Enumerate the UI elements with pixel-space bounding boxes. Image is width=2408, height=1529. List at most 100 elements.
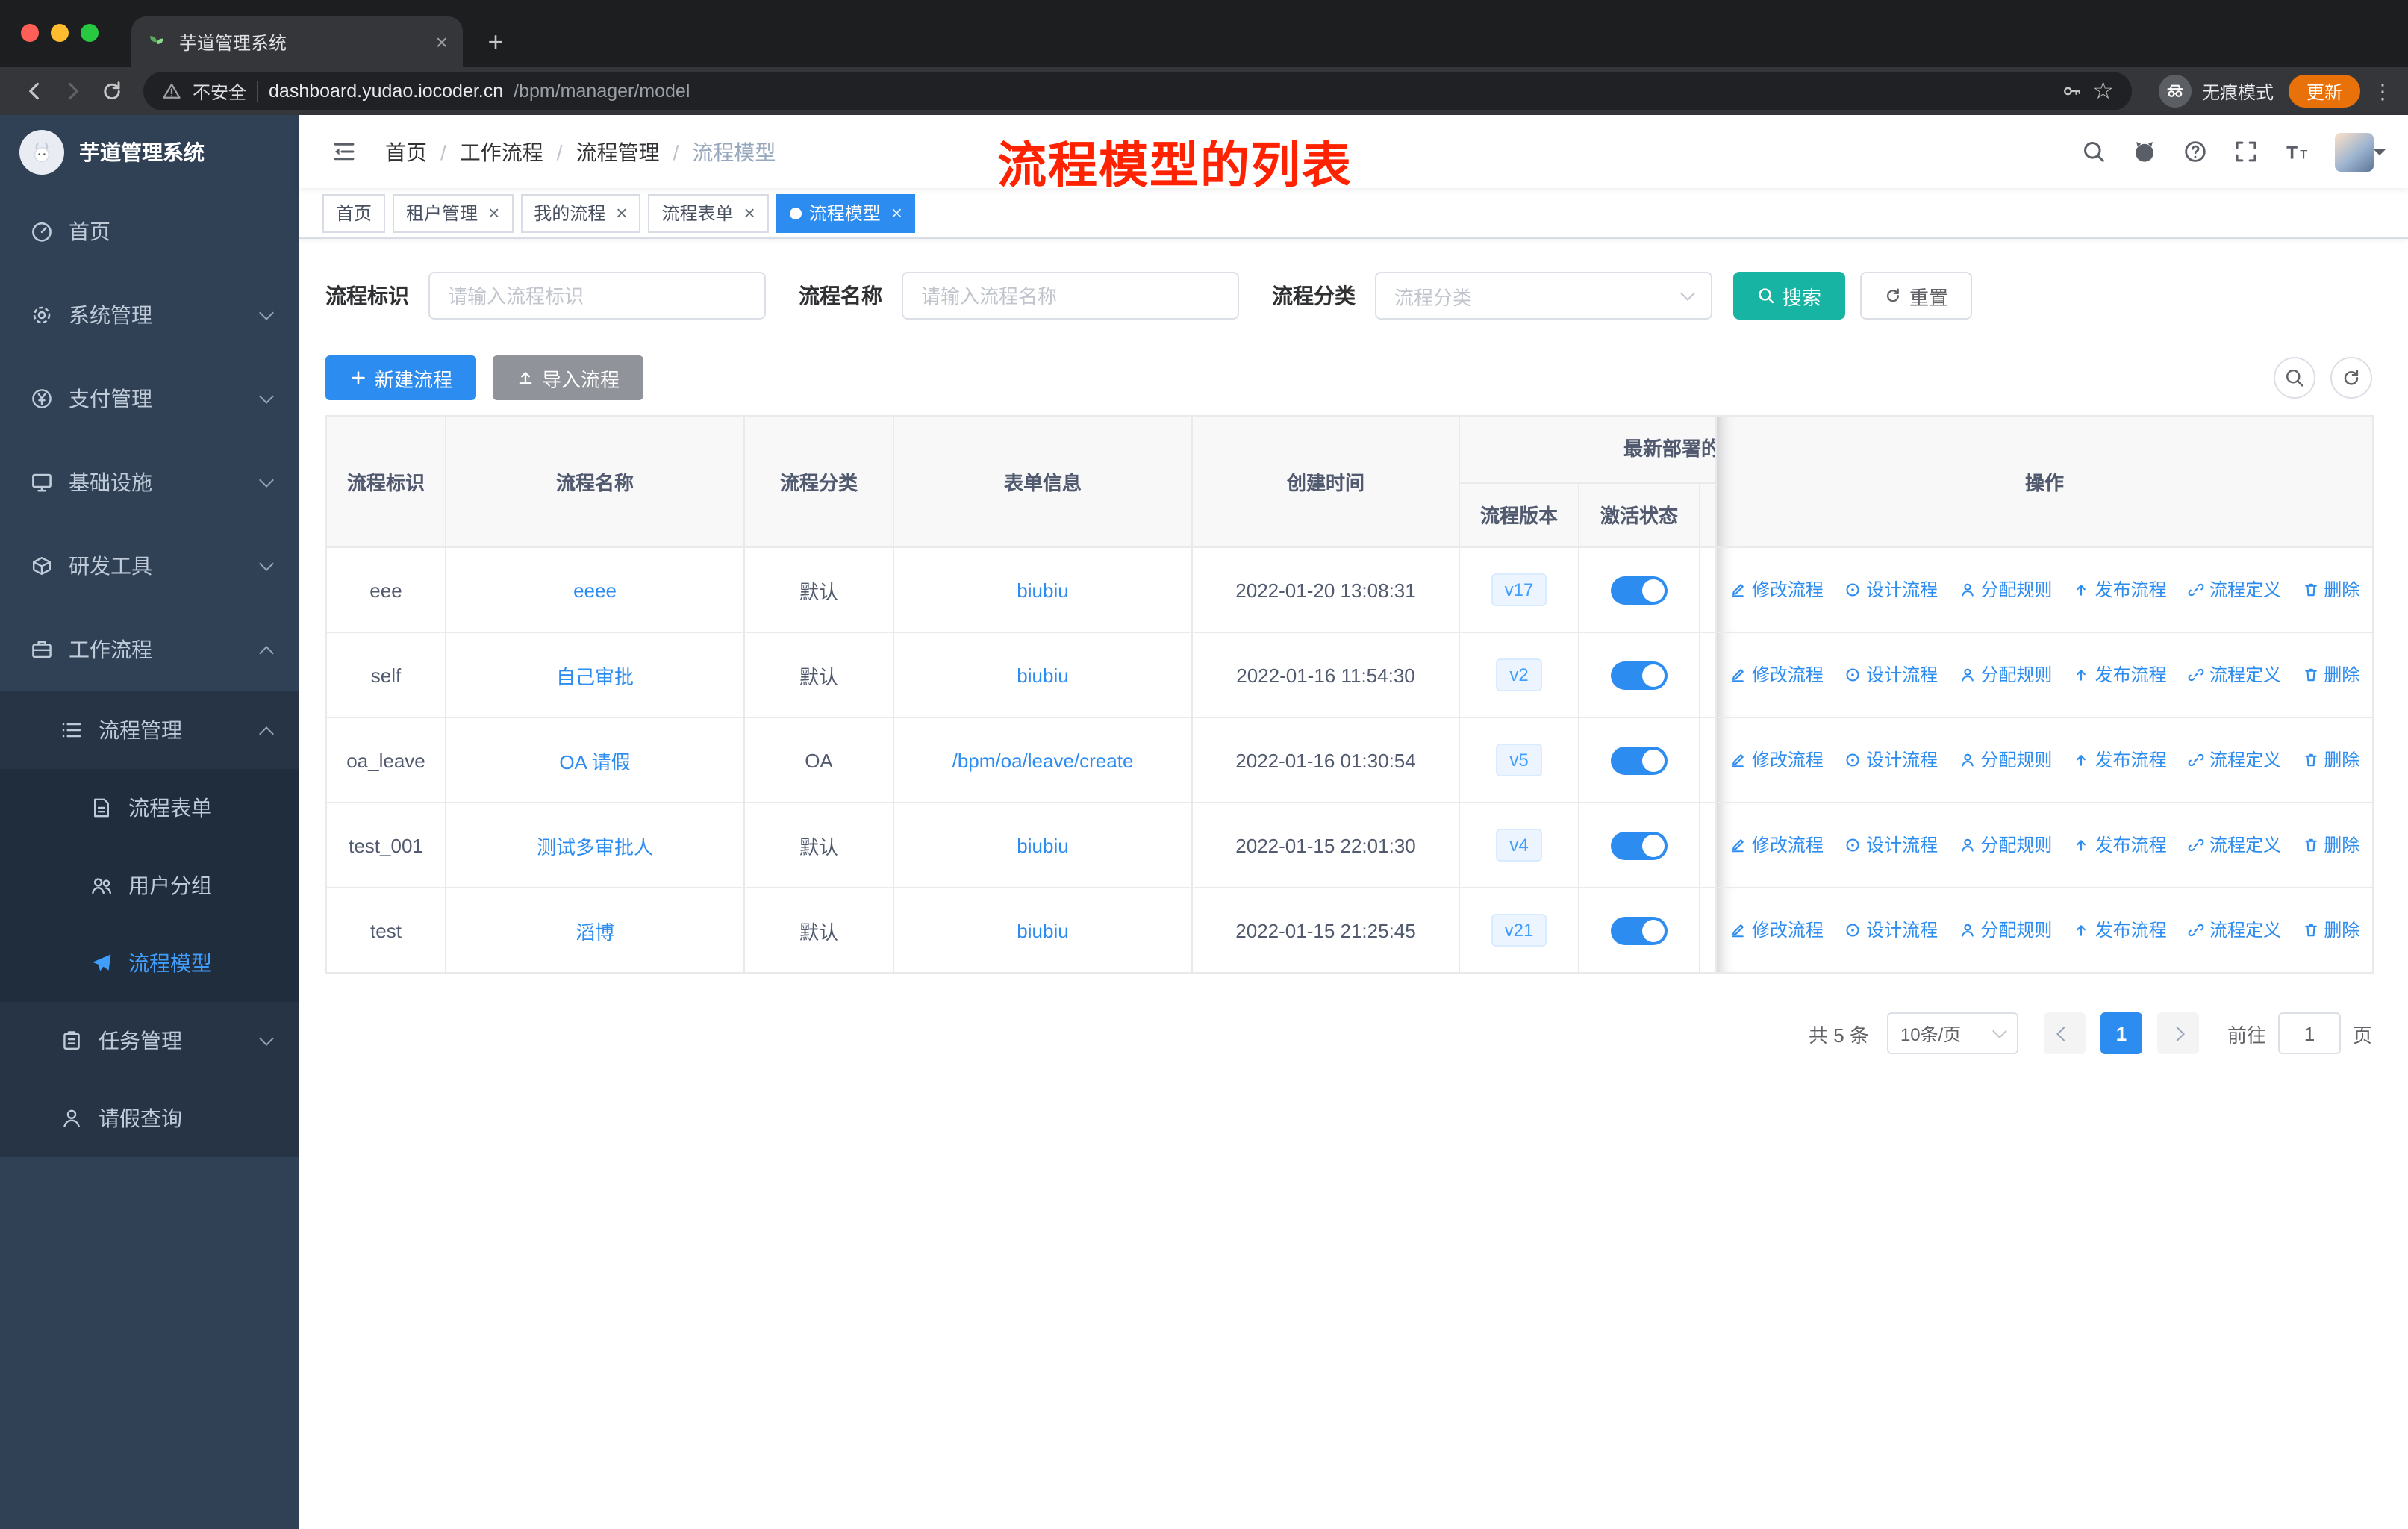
action-assign-rule[interactable]: 分配规则 xyxy=(1958,747,2052,773)
address-bar[interactable]: 不安全 dashboard.yudao.iocoder.cn/bpm/manag… xyxy=(143,72,2132,110)
process-name-link[interactable]: 滔博 xyxy=(576,921,614,943)
process-id-input[interactable] xyxy=(428,272,766,320)
action-delete[interactable]: 删除 xyxy=(2301,832,2359,858)
search-button[interactable]: 搜索 xyxy=(1733,272,1846,320)
tag-tenant-mgmt[interactable]: 租户管理 × xyxy=(393,193,514,232)
process-name-link[interactable]: 自己审批 xyxy=(556,665,634,688)
process-name-input[interactable] xyxy=(902,272,1239,320)
sidebar-item-process-model[interactable]: 流程模型 xyxy=(0,924,299,1002)
sidebar-item-system[interactable]: 系统管理 xyxy=(0,273,299,357)
zoom-window-button[interactable] xyxy=(81,24,99,42)
bookmark-star-icon[interactable]: ☆ xyxy=(2092,76,2114,106)
action-assign-rule[interactable]: 分配规则 xyxy=(1958,577,2052,602)
prev-page-button[interactable] xyxy=(2043,1012,2086,1054)
tag-my-process[interactable]: 我的流程 × xyxy=(520,193,641,232)
action-edit-process[interactable]: 修改流程 xyxy=(1729,577,1824,602)
goto-page-input[interactable] xyxy=(2277,1012,2341,1054)
page-1-button[interactable]: 1 xyxy=(2100,1012,2142,1054)
action-edit-process[interactable]: 修改流程 xyxy=(1729,662,1824,688)
sidebar-item-infra[interactable]: 基础设施 xyxy=(0,440,299,524)
form-info-link[interactable]: /bpm/oa/leave/create xyxy=(952,749,1134,771)
form-info-link[interactable]: biubiu xyxy=(1017,834,1068,856)
action-process-definition[interactable]: 流程定义 xyxy=(2187,747,2281,773)
action-assign-rule[interactable]: 分配规则 xyxy=(1958,918,2052,943)
new-tab-button[interactable]: + xyxy=(475,21,517,63)
action-publish-process[interactable]: 发布流程 xyxy=(2073,832,2167,858)
action-design-process[interactable]: 设计流程 xyxy=(1844,747,1938,773)
sidebar-fold-button[interactable] xyxy=(319,128,367,175)
show-search-button[interactable] xyxy=(2274,357,2315,399)
browser-tab[interactable]: 芋道管理系统 × xyxy=(131,16,463,67)
close-icon[interactable]: × xyxy=(891,203,902,222)
action-process-definition[interactable]: 流程定义 xyxy=(2187,918,2281,943)
action-publish-process[interactable]: 发布流程 xyxy=(2073,918,2167,943)
active-toggle[interactable] xyxy=(1611,831,1668,859)
action-publish-process[interactable]: 发布流程 xyxy=(2073,662,2167,688)
action-process-definition[interactable]: 流程定义 xyxy=(2187,577,2281,602)
close-icon[interactable]: × xyxy=(616,203,627,222)
tag-process-form[interactable]: 流程表单 × xyxy=(648,193,769,232)
sidebar-item-process-form[interactable]: 流程表单 xyxy=(0,769,299,847)
close-icon[interactable]: × xyxy=(744,203,755,222)
next-page-button[interactable] xyxy=(2156,1012,2199,1054)
app-logo-row[interactable]: 芋道管理系统 xyxy=(0,115,299,190)
github-icon[interactable] xyxy=(2132,139,2157,164)
form-info-link[interactable]: biubiu xyxy=(1017,579,1068,601)
process-name-link[interactable]: 测试多审批人 xyxy=(537,835,653,858)
tag-home[interactable]: 首页 xyxy=(322,193,386,232)
avatar[interactable] xyxy=(2335,132,2386,171)
help-icon[interactable] xyxy=(2183,139,2208,164)
reset-button[interactable]: 重置 xyxy=(1860,272,1973,320)
active-toggle[interactable] xyxy=(1611,746,1668,774)
refresh-table-button[interactable] xyxy=(2330,357,2372,399)
sidebar-item-user-group[interactable]: 用户分组 xyxy=(0,847,299,924)
action-delete[interactable]: 删除 xyxy=(2301,662,2359,688)
form-info-link[interactable]: biubiu xyxy=(1017,664,1068,686)
search-icon[interactable] xyxy=(2081,139,2106,164)
create-process-button[interactable]: 新建流程 xyxy=(325,355,477,400)
minimize-window-button[interactable] xyxy=(51,24,69,42)
active-toggle[interactable] xyxy=(1611,661,1668,689)
sidebar-item-home[interactable]: 首页 xyxy=(0,190,299,273)
update-browser-button[interactable]: 更新 xyxy=(2288,75,2360,108)
close-tab-icon[interactable]: × xyxy=(436,30,448,54)
action-publish-process[interactable]: 发布流程 xyxy=(2073,577,2167,602)
action-delete[interactable]: 删除 xyxy=(2301,577,2359,602)
breadcrumb-workflow[interactable]: 工作流程 xyxy=(460,137,543,166)
action-design-process[interactable]: 设计流程 xyxy=(1844,662,1938,688)
breadcrumb-home[interactable]: 首页 xyxy=(385,137,427,166)
browser-menu-icon[interactable]: ⋮ xyxy=(2372,78,2393,104)
sidebar-item-process-mgmt[interactable]: 流程管理 xyxy=(0,691,299,769)
forward-button[interactable] xyxy=(54,72,93,110)
sidebar-item-devtools[interactable]: 研发工具 xyxy=(0,524,299,608)
sidebar-item-payment[interactable]: 支付管理 xyxy=(0,357,299,440)
reload-button[interactable] xyxy=(93,72,131,110)
tag-process-model[interactable]: 流程模型 × xyxy=(776,193,916,232)
action-design-process[interactable]: 设计流程 xyxy=(1844,918,1938,943)
action-assign-rule[interactable]: 分配规则 xyxy=(1958,662,2052,688)
action-process-definition[interactable]: 流程定义 xyxy=(2187,662,2281,688)
form-info-link[interactable]: biubiu xyxy=(1017,919,1068,941)
process-category-select[interactable]: 流程分类 xyxy=(1375,272,1712,320)
close-window-button[interactable] xyxy=(21,24,39,42)
action-delete[interactable]: 删除 xyxy=(2301,918,2359,943)
action-delete[interactable]: 删除 xyxy=(2301,747,2359,773)
action-design-process[interactable]: 设计流程 xyxy=(1844,832,1938,858)
process-name-link[interactable]: eeee xyxy=(573,579,617,601)
breadcrumb-process-mgmt[interactable]: 流程管理 xyxy=(576,137,660,166)
password-key-icon[interactable] xyxy=(2061,81,2082,102)
action-publish-process[interactable]: 发布流程 xyxy=(2073,747,2167,773)
action-process-definition[interactable]: 流程定义 xyxy=(2187,832,2281,858)
back-button[interactable] xyxy=(15,72,54,110)
sidebar-item-task-mgmt[interactable]: 任务管理 xyxy=(0,1002,299,1080)
action-design-process[interactable]: 设计流程 xyxy=(1844,577,1938,602)
import-process-button[interactable]: 导入流程 xyxy=(493,355,644,400)
active-toggle[interactable] xyxy=(1611,916,1668,944)
page-size-select[interactable]: 10条/页 xyxy=(1886,1012,2018,1054)
process-name-link[interactable]: OA 请假 xyxy=(559,750,630,773)
action-edit-process[interactable]: 修改流程 xyxy=(1729,747,1824,773)
sidebar-item-leave-query[interactable]: 请假查询 xyxy=(0,1080,299,1157)
action-assign-rule[interactable]: 分配规则 xyxy=(1958,832,2052,858)
font-size-icon[interactable]: TT xyxy=(2284,139,2309,164)
action-edit-process[interactable]: 修改流程 xyxy=(1729,918,1824,943)
